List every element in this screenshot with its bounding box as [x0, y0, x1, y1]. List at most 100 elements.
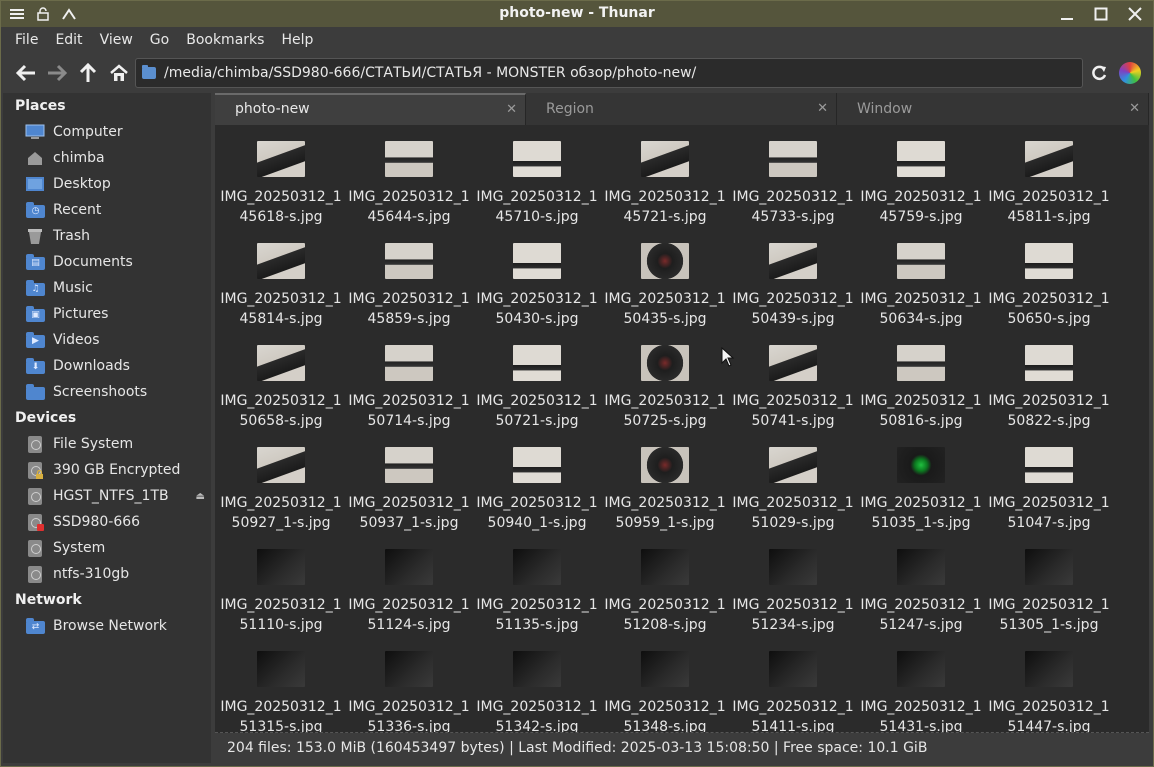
file-item[interactable]: IMG_20250312_151234-s.jpg [729, 533, 857, 635]
file-name: IMG_20250312_150927_1-s.jpg [220, 495, 342, 531]
sidebar-item-home[interactable]: chimba [3, 145, 211, 171]
file-item[interactable]: IMG_20250312_151342-s.jpg [473, 635, 601, 732]
image-thumbnail [513, 141, 561, 177]
folder-icon [142, 65, 156, 79]
forward-button[interactable] [45, 61, 69, 85]
sidebar-item-browse-network[interactable]: ⇄ Browse Network [3, 613, 211, 639]
file-item[interactable]: IMG_20250312_145618-s.jpg [217, 125, 345, 227]
sidebar-item-system[interactable]: System [3, 535, 211, 561]
sidebar-item-music[interactable]: ♫ Music [3, 275, 211, 301]
sidebar-item-file-system[interactable]: File System [3, 431, 211, 457]
color-wheel-icon[interactable] [1119, 62, 1141, 84]
eject-icon[interactable]: ⏏ [196, 491, 205, 502]
tab-close-icon[interactable]: ✕ [817, 93, 828, 125]
reload-icon[interactable] [1089, 63, 1109, 83]
menu-bookmarks[interactable]: Bookmarks [186, 32, 273, 48]
sidebar-item-recent[interactable]: ◷ Recent [3, 197, 211, 223]
image-thumbnail [257, 345, 305, 381]
file-item[interactable]: IMG_20250312_145859-s.jpg [345, 227, 473, 329]
location-bar[interactable]: /media/chimba/SSD980-666/СТАТЬИ/СТАТЬЯ -… [135, 58, 1083, 88]
file-item[interactable]: IMG_20250312_145733-s.jpg [729, 125, 857, 227]
sidebar-item-encrypted[interactable]: 390 GB Encrypted [3, 457, 211, 483]
maximize-button[interactable] [1089, 3, 1113, 25]
file-item[interactable]: IMG_20250312_150658-s.jpg [217, 329, 345, 431]
sidebar-item-downloads[interactable]: ⬇ Downloads [3, 353, 211, 379]
file-item[interactable]: IMG_20250312_151135-s.jpg [473, 533, 601, 635]
menu-view[interactable]: View [100, 32, 142, 48]
tab-photo-new[interactable]: photo-new ✕ [215, 93, 526, 125]
file-item[interactable]: IMG_20250312_150959_1-s.jpg [601, 431, 729, 533]
file-item[interactable]: IMG_20250312_145721-s.jpg [601, 125, 729, 227]
file-item[interactable]: IMG_20250312_145710-s.jpg [473, 125, 601, 227]
drive-icon [25, 539, 45, 557]
sidebar-item-screenshoots[interactable]: Screenshoots [3, 379, 211, 405]
sidebar-item-computer[interactable]: Computer [3, 119, 211, 145]
sidebar-item-pictures[interactable]: ▣ Pictures [3, 301, 211, 327]
file-item[interactable]: IMG_20250312_150741-s.jpg [729, 329, 857, 431]
file-item[interactable]: IMG_20250312_151035_1-s.jpg [857, 431, 985, 533]
sidebar-item-videos[interactable]: ▶ Videos [3, 327, 211, 353]
home-button[interactable] [107, 61, 131, 85]
close-button[interactable] [1123, 3, 1147, 25]
tab-close-icon[interactable]: ✕ [506, 95, 517, 124]
sidebar-item-ssd980[interactable]: SSD980-666 [3, 509, 211, 535]
tab-label: Region [546, 101, 594, 117]
image-thumbnail [513, 243, 561, 279]
menu-help[interactable]: Help [281, 32, 322, 48]
sidebar-item-ntfs[interactable]: ntfs-310gb [3, 561, 211, 587]
menu-edit[interactable]: Edit [55, 32, 91, 48]
menu-go[interactable]: Go [150, 32, 178, 48]
title-bar[interactable]: photo-new - Thunar [1, 1, 1153, 27]
menu-file[interactable]: File [15, 32, 47, 48]
file-item[interactable]: IMG_20250312_150721-s.jpg [473, 329, 601, 431]
file-item[interactable]: IMG_20250312_151110-s.jpg [217, 533, 345, 635]
file-item[interactable]: IMG_20250312_150940_1-s.jpg [473, 431, 601, 533]
image-thumbnail [513, 447, 561, 483]
back-button[interactable] [14, 61, 38, 85]
tab-close-icon[interactable]: ✕ [1129, 93, 1140, 125]
image-thumbnail [897, 243, 945, 279]
file-item[interactable]: IMG_20250312_150714-s.jpg [345, 329, 473, 431]
file-item[interactable]: IMG_20250312_151348-s.jpg [601, 635, 729, 732]
file-item[interactable]: IMG_20250312_150937_1-s.jpg [345, 431, 473, 533]
file-name: IMG_20250312_151234-s.jpg [732, 597, 854, 633]
file-item[interactable]: IMG_20250312_151047-s.jpg [985, 431, 1113, 533]
file-item[interactable]: IMG_20250312_151208-s.jpg [601, 533, 729, 635]
file-item[interactable]: IMG_20250312_150435-s.jpg [601, 227, 729, 329]
up-button[interactable] [76, 61, 100, 85]
image-thumbnail [641, 141, 689, 177]
image-thumbnail [897, 447, 945, 483]
sidebar-item-desktop[interactable]: Desktop [3, 171, 211, 197]
file-item[interactable]: IMG_20250312_151447-s.jpg [985, 635, 1113, 732]
file-item[interactable]: IMG_20250312_150822-s.jpg [985, 329, 1113, 431]
encrypted-drive-icon [25, 461, 45, 479]
file-item[interactable]: IMG_20250312_150725-s.jpg [601, 329, 729, 431]
tab-region[interactable]: Region ✕ [526, 93, 837, 125]
trash-icon [25, 227, 45, 245]
file-item[interactable]: IMG_20250312_150439-s.jpg [729, 227, 857, 329]
sidebar-item-hgst[interactable]: HGST_NTFS_1TB ⏏ [3, 483, 211, 509]
file-item[interactable]: IMG_20250312_151411-s.jpg [729, 635, 857, 732]
file-item[interactable]: IMG_20250312_151029-s.jpg [729, 431, 857, 533]
file-item[interactable]: IMG_20250312_150927_1-s.jpg [217, 431, 345, 533]
file-item[interactable]: IMG_20250312_151305_1-s.jpg [985, 533, 1113, 635]
file-item[interactable]: IMG_20250312_145644-s.jpg [345, 125, 473, 227]
tab-window[interactable]: Window ✕ [837, 93, 1149, 125]
file-item[interactable]: IMG_20250312_150650-s.jpg [985, 227, 1113, 329]
file-item[interactable]: IMG_20250312_145759-s.jpg [857, 125, 985, 227]
file-item[interactable]: IMG_20250312_145811-s.jpg [985, 125, 1113, 227]
file-icon-view[interactable]: IMG_20250312_145618-s.jpg IMG_20250312_14… [215, 125, 1149, 733]
file-item[interactable]: IMG_20250312_145814-s.jpg [217, 227, 345, 329]
file-item[interactable]: IMG_20250312_151315-s.jpg [217, 635, 345, 732]
file-item[interactable]: IMG_20250312_150634-s.jpg [857, 227, 985, 329]
sidebar-item-documents[interactable]: ▤ Documents [3, 249, 211, 275]
file-item[interactable]: IMG_20250312_151247-s.jpg [857, 533, 985, 635]
file-item[interactable]: IMG_20250312_151124-s.jpg [345, 533, 473, 635]
file-item[interactable]: IMG_20250312_151431-s.jpg [857, 635, 985, 732]
file-item[interactable]: IMG_20250312_150430-s.jpg [473, 227, 601, 329]
minimize-button[interactable] [1055, 3, 1079, 25]
sidebar-item-trash[interactable]: Trash [3, 223, 211, 249]
image-thumbnail [897, 651, 945, 687]
file-item[interactable]: IMG_20250312_150816-s.jpg [857, 329, 985, 431]
file-item[interactable]: IMG_20250312_151336-s.jpg [345, 635, 473, 732]
